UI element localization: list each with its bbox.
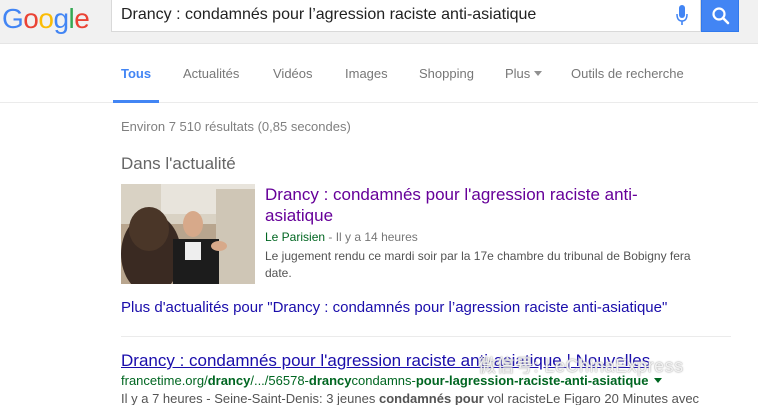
tab-shopping[interactable]: Shopping	[419, 66, 474, 81]
active-tab-indicator	[113, 100, 159, 103]
url-dropdown-icon[interactable]	[654, 378, 663, 383]
google-logo[interactable]: Google	[2, 3, 90, 35]
url-part: condamns-	[351, 373, 416, 388]
divider	[121, 336, 731, 337]
news-thumbnail[interactable]	[121, 184, 255, 284]
chevron-down-icon	[534, 71, 543, 76]
search-input[interactable]	[121, 4, 661, 26]
snippet-text: - Seine-Saint-Denis: 3 jeunes	[202, 391, 379, 405]
logo-letter: e	[74, 3, 90, 34]
search-button[interactable]	[701, 0, 739, 32]
logo-letter: G	[2, 3, 24, 34]
snippet-text: vol racisteLe Figaro 20 Minutes avec	[483, 391, 700, 405]
url-highlight: drancy	[207, 373, 251, 388]
result-snippet: Il y a 7 heures - Seine-Saint-Denis: 3 j…	[121, 391, 699, 405]
snippet-time: Il y a 7 heures	[121, 391, 203, 405]
logo-letter: g	[53, 3, 69, 34]
logo-letter: o	[38, 3, 54, 34]
news-photo-image	[121, 184, 255, 284]
logo-letter: o	[23, 3, 39, 34]
news-source[interactable]: Le Parisien	[265, 230, 325, 244]
tab-search-tools[interactable]: Outils de recherche	[571, 66, 684, 81]
news-snippet: Le jugement rendu ce mardi soir par la 1…	[265, 249, 691, 280]
news-headline-link[interactable]: Drancy : condamnés pour l'agression raci…	[265, 184, 705, 226]
more-news-link[interactable]: Plus d'actualités pour "Drancy : condamn…	[121, 299, 667, 316]
tab-more-label: Plus	[505, 66, 531, 81]
url-highlight: drancy	[308, 373, 352, 388]
watermark-text: 微信号: LeChinaExpress	[478, 356, 684, 376]
microphone-icon[interactable]	[676, 5, 688, 27]
tab-images[interactable]: Images	[345, 66, 388, 81]
url-part: francetime.org/	[121, 373, 208, 388]
tab-more[interactable]: Plus	[505, 66, 543, 81]
snippet-highlight: condamnés pour	[378, 391, 484, 405]
tab-videos[interactable]: Vidéos	[273, 66, 313, 81]
news-time: - Il y a 14 heures	[325, 230, 418, 244]
url-part: /.../56578-	[250, 373, 309, 388]
search-box[interactable]	[111, 0, 701, 32]
search-icon	[712, 7, 730, 25]
top-bar: Google	[0, 0, 758, 44]
tab-all[interactable]: Tous	[121, 66, 151, 81]
news-section-heading: Dans l'actualité	[121, 154, 236, 173]
news-meta: Le Parisien - Il y a 14 heures	[265, 230, 418, 244]
result-stats: Environ 7 510 résultats (0,85 secondes)	[121, 119, 351, 134]
search-tabs: Tous Actualités Vidéos Images Shopping P…	[0, 44, 758, 103]
tab-news[interactable]: Actualités	[183, 66, 239, 81]
